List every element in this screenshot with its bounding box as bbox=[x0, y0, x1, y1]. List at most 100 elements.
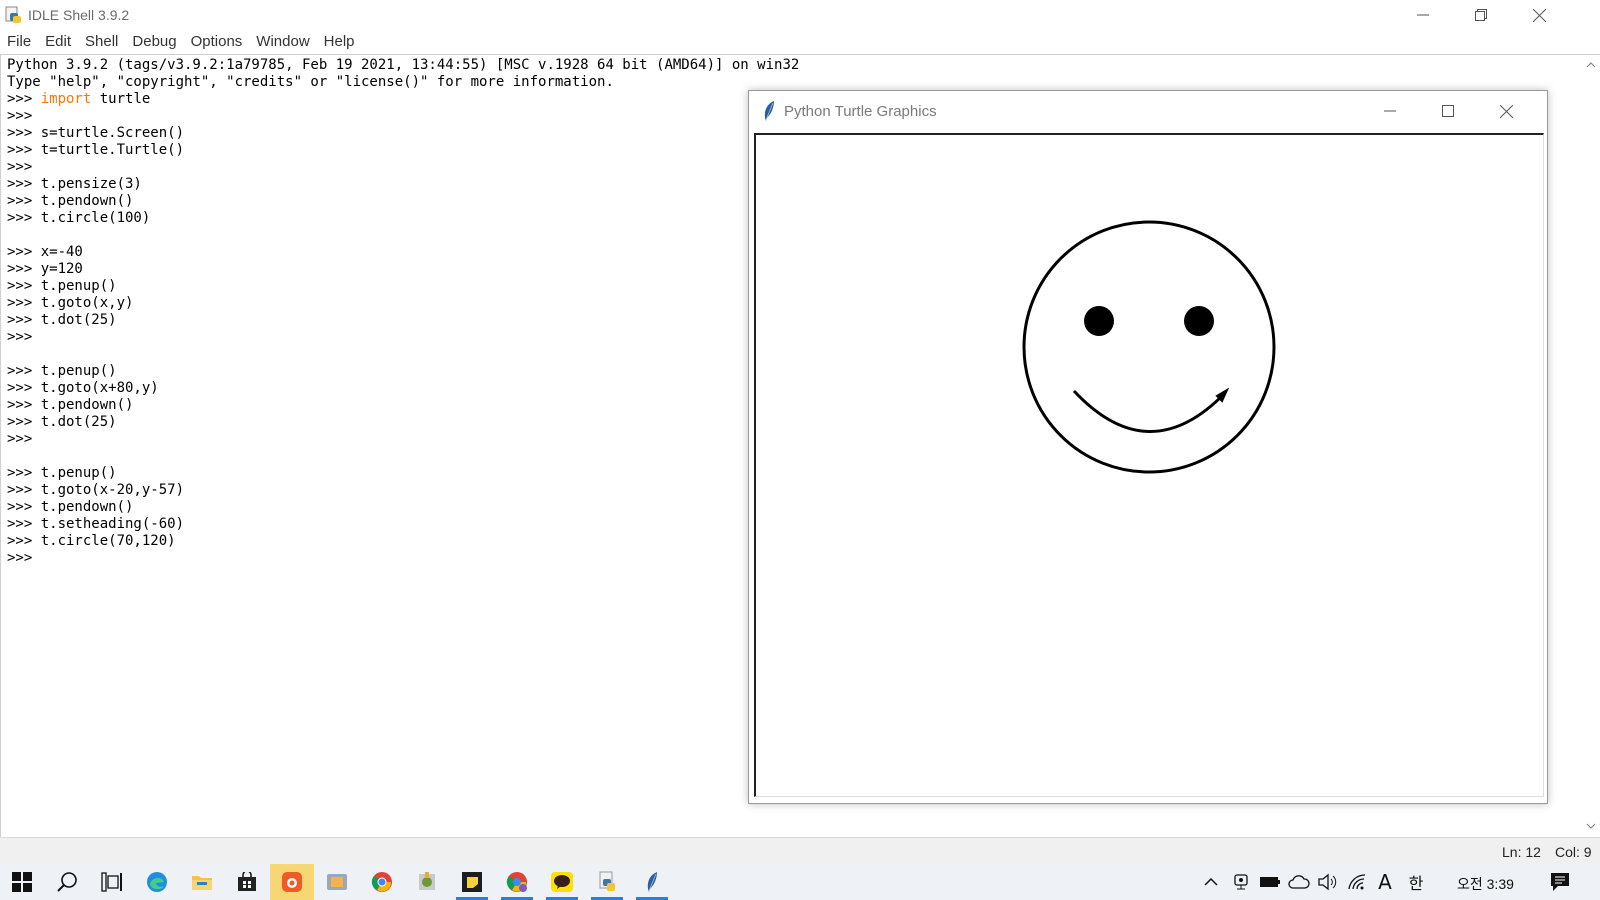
cloud-icon bbox=[1288, 875, 1310, 889]
turtle-close-button[interactable] bbox=[1477, 91, 1535, 131]
shell-code: t.dot(25) bbox=[40, 312, 117, 328]
menu-debug[interactable]: Debug bbox=[125, 30, 183, 54]
shell-code: t.goto(x,y) bbox=[40, 295, 134, 311]
tray-onedrive-button[interactable] bbox=[1286, 864, 1312, 900]
turtle-window-button[interactable] bbox=[630, 864, 674, 900]
shell-code: Type "help", "copyright", "credits" or "… bbox=[7, 74, 614, 90]
turtle-canvas[interactable] bbox=[754, 133, 1544, 797]
chrome-button[interactable] bbox=[360, 864, 404, 900]
menu-file[interactable]: File bbox=[0, 30, 38, 54]
tray-battery-button[interactable] bbox=[1257, 864, 1283, 900]
scroll-up-arrow-icon[interactable] bbox=[1585, 59, 1597, 71]
turtle-minimize-button[interactable] bbox=[1361, 91, 1419, 131]
shell-line: >>> t.dot(25) bbox=[7, 312, 799, 329]
edge-icon bbox=[147, 872, 167, 892]
shell-output: Python 3.9.2 (tags/v3.9.2:1a79785, Feb 1… bbox=[7, 57, 799, 567]
scroll-down-arrow-icon[interactable] bbox=[1585, 820, 1597, 832]
status-line-number: Ln: 12 bbox=[1502, 844, 1541, 860]
turtle-graphics-window[interactable]: Python Turtle Graphics bbox=[748, 90, 1548, 804]
turtle-drawing bbox=[1022, 220, 1276, 474]
left-eye-dot bbox=[1084, 306, 1114, 336]
menu-window[interactable]: Window bbox=[249, 30, 316, 54]
turtle-window-title: Python Turtle Graphics bbox=[784, 103, 937, 120]
search-button[interactable] bbox=[45, 864, 89, 900]
sticky-notes-button[interactable] bbox=[450, 864, 494, 900]
shell-prompt: >>> bbox=[7, 533, 41, 549]
shell-code: t.pendown() bbox=[40, 397, 134, 413]
shell-prompt: >>> bbox=[7, 142, 41, 158]
shell-prompt: >>> bbox=[7, 380, 41, 396]
close-icon bbox=[1532, 8, 1546, 22]
vertical-scrollbar[interactable] bbox=[1582, 55, 1600, 837]
shell-line: >>> y=120 bbox=[7, 261, 799, 278]
store-button[interactable] bbox=[225, 864, 269, 900]
shell-line: >>> t.pendown() bbox=[7, 499, 799, 516]
edge-button[interactable] bbox=[135, 864, 179, 900]
python-icon bbox=[599, 871, 615, 891]
tray-ime-indicator[interactable]: 한 bbox=[1403, 864, 1429, 900]
task-view-button[interactable] bbox=[90, 864, 134, 900]
shell-code: t.pendown() bbox=[40, 499, 134, 515]
start-button[interactable] bbox=[0, 864, 44, 900]
menu-help[interactable]: Help bbox=[317, 30, 362, 54]
minimize-button[interactable] bbox=[1394, 0, 1452, 30]
kakaotalk-button[interactable] bbox=[540, 864, 584, 900]
desktop: IDLE Shell 3.9.2 File Edit Shell Debug O… bbox=[0, 0, 1600, 900]
shell-line: >>> t.setheading(-60) bbox=[7, 516, 799, 533]
smiley-face-outline bbox=[1022, 220, 1276, 474]
tray-font-indicator[interactable]: A bbox=[1372, 864, 1398, 900]
shell-line: >>> bbox=[7, 329, 799, 346]
shell-prompt: >>> bbox=[7, 414, 41, 430]
tray-meet-button[interactable] bbox=[1229, 864, 1253, 900]
webcam-icon bbox=[1234, 874, 1248, 890]
shell-line: Python 3.9.2 (tags/v3.9.2:1a79785, Feb 1… bbox=[7, 57, 799, 74]
shell-line: >>> t.penup() bbox=[7, 363, 799, 380]
shell-line: >>> t.penup() bbox=[7, 465, 799, 482]
shell-line: >>> bbox=[7, 550, 799, 567]
notification-center-button[interactable] bbox=[1545, 864, 1575, 900]
shell-prompt: >>> bbox=[7, 159, 41, 175]
taskbar-clock[interactable]: 오전 3:39 bbox=[1457, 874, 1514, 894]
turtle-maximize-button[interactable] bbox=[1419, 91, 1477, 131]
tray-wifi-button[interactable] bbox=[1344, 864, 1370, 900]
python-button[interactable] bbox=[585, 864, 629, 900]
orange-app-button[interactable] bbox=[270, 864, 314, 900]
tray-volume-button[interactable] bbox=[1314, 864, 1340, 900]
menu-bar: File Edit Shell Debug Options Window Hel… bbox=[0, 30, 362, 54]
tool-app-button[interactable] bbox=[405, 864, 449, 900]
shell-line: >>> t.goto(x+80,y) bbox=[7, 380, 799, 397]
close-button[interactable] bbox=[1510, 0, 1568, 30]
shell-prompt: >>> bbox=[7, 329, 41, 345]
shell-line: >>> s=turtle.Screen() bbox=[7, 125, 799, 142]
media-app-button[interactable] bbox=[315, 864, 359, 900]
shell-code: t.goto(x+80,y) bbox=[40, 380, 159, 396]
turtle-title-bar[interactable]: Python Turtle Graphics bbox=[749, 91, 1547, 131]
chevron-up-icon bbox=[1204, 877, 1218, 886]
shell-line: >>> bbox=[7, 159, 799, 176]
menu-edit[interactable]: Edit bbox=[38, 30, 78, 54]
shell-line: >>> bbox=[7, 431, 799, 448]
turtle-feather-icon bbox=[647, 872, 657, 892]
window-title: IDLE Shell 3.9.2 bbox=[28, 7, 130, 23]
task-view-icon bbox=[101, 872, 122, 892]
shell-prompt: >>> bbox=[7, 91, 41, 107]
shell-code: t.circle(100) bbox=[40, 210, 151, 226]
chrome-profile-button[interactable] bbox=[495, 864, 539, 900]
app-tool-icon bbox=[419, 872, 435, 890]
shell-prompt: >>> bbox=[7, 125, 41, 141]
maximize-icon bbox=[1442, 105, 1454, 117]
feather-icon bbox=[764, 101, 774, 121]
wifi-icon bbox=[1348, 874, 1366, 890]
restore-button[interactable] bbox=[1452, 0, 1510, 30]
shell-prompt: >>> bbox=[7, 193, 41, 209]
file-explorer-icon bbox=[192, 876, 212, 890]
tray-overflow-button[interactable] bbox=[1199, 864, 1223, 900]
idle-app-icon bbox=[5, 6, 21, 23]
shell-line: >>> t.circle(100) bbox=[7, 210, 799, 227]
menu-shell[interactable]: Shell bbox=[78, 30, 125, 54]
file-explorer-button[interactable] bbox=[180, 864, 224, 900]
shell-prompt: >>> bbox=[7, 278, 41, 294]
shell-prompt: >>> bbox=[7, 397, 41, 413]
menu-options[interactable]: Options bbox=[184, 30, 250, 54]
